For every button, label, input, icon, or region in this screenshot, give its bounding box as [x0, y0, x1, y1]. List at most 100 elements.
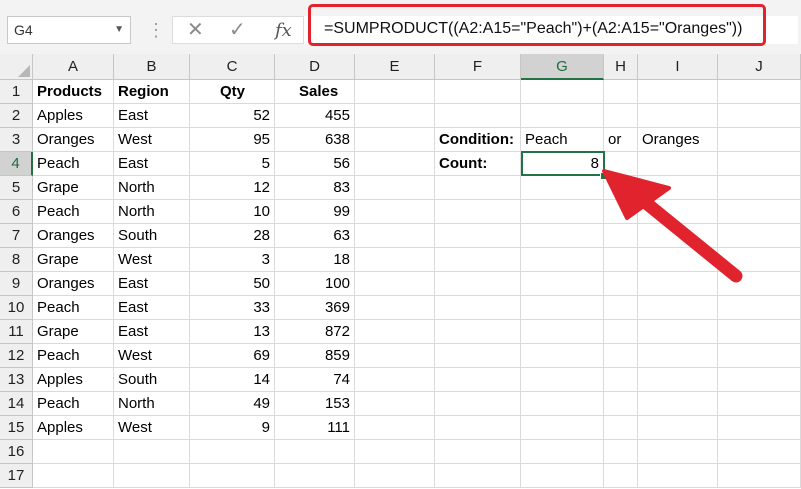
table-cell-product[interactable]: Apples: [33, 104, 114, 128]
table-cell-qty[interactable]: 95: [190, 128, 275, 152]
table-cell-qty[interactable]: 10: [190, 200, 275, 224]
cell-j10[interactable]: [718, 296, 801, 320]
cell-g16[interactable]: [521, 440, 604, 464]
row-header-8[interactable]: 8: [0, 248, 33, 272]
table-cell-qty[interactable]: 69: [190, 344, 275, 368]
cell-f13[interactable]: [435, 368, 521, 392]
cell-j8[interactable]: [718, 248, 801, 272]
fill-handle[interactable]: [600, 172, 608, 180]
cell-f17[interactable]: [435, 464, 521, 488]
table-cell-sales[interactable]: 111: [275, 416, 355, 440]
count-label[interactable]: Count:: [435, 152, 521, 176]
column-header-d[interactable]: D: [275, 54, 355, 80]
cell-h2[interactable]: [604, 104, 638, 128]
cell-e16[interactable]: [355, 440, 435, 464]
table-cell-product[interactable]: Peach: [33, 200, 114, 224]
cell-e17[interactable]: [355, 464, 435, 488]
header-region[interactable]: Region: [114, 80, 190, 104]
cell-j12[interactable]: [718, 344, 801, 368]
row-header-15[interactable]: 15: [0, 416, 33, 440]
cell-e5[interactable]: [355, 176, 435, 200]
cell-j14[interactable]: [718, 392, 801, 416]
cell-i11[interactable]: [638, 320, 718, 344]
cell-d17[interactable]: [275, 464, 355, 488]
table-cell-region[interactable]: East: [114, 272, 190, 296]
row-header-5[interactable]: 5: [0, 176, 33, 200]
table-cell-region[interactable]: North: [114, 392, 190, 416]
table-cell-qty[interactable]: 49: [190, 392, 275, 416]
cell-j4[interactable]: [718, 152, 801, 176]
table-cell-qty[interactable]: 14: [190, 368, 275, 392]
cell-h10[interactable]: [604, 296, 638, 320]
cell-g2[interactable]: [521, 104, 604, 128]
table-cell-region[interactable]: East: [114, 104, 190, 128]
cell-j2[interactable]: [718, 104, 801, 128]
column-header-g[interactable]: G: [521, 54, 604, 80]
table-cell-qty[interactable]: 9: [190, 416, 275, 440]
table-cell-product[interactable]: Grape: [33, 248, 114, 272]
cell-a16[interactable]: [33, 440, 114, 464]
condition-or[interactable]: or: [604, 128, 638, 152]
table-cell-product[interactable]: Peach: [33, 296, 114, 320]
table-cell-sales[interactable]: 153: [275, 392, 355, 416]
cell-f10[interactable]: [435, 296, 521, 320]
chevron-down-icon[interactable]: ▼: [114, 17, 124, 43]
row-header-1[interactable]: 1: [0, 80, 33, 104]
cell-i13[interactable]: [638, 368, 718, 392]
cell-f5[interactable]: [435, 176, 521, 200]
cell-j13[interactable]: [718, 368, 801, 392]
cell-h11[interactable]: [604, 320, 638, 344]
column-header-f[interactable]: F: [435, 54, 521, 80]
cell-j6[interactable]: [718, 200, 801, 224]
cell-j5[interactable]: [718, 176, 801, 200]
select-all-button[interactable]: [0, 54, 33, 80]
cell-i14[interactable]: [638, 392, 718, 416]
row-header-11[interactable]: 11: [0, 320, 33, 344]
cell-e12[interactable]: [355, 344, 435, 368]
table-cell-region[interactable]: East: [114, 320, 190, 344]
row-header-7[interactable]: 7: [0, 224, 33, 248]
table-cell-qty[interactable]: 3: [190, 248, 275, 272]
cell-i8[interactable]: [638, 248, 718, 272]
cell-h5[interactable]: [604, 176, 638, 200]
table-cell-sales[interactable]: 56: [275, 152, 355, 176]
row-header-3[interactable]: 3: [0, 128, 33, 152]
cell-f8[interactable]: [435, 248, 521, 272]
table-cell-qty[interactable]: 12: [190, 176, 275, 200]
header-products[interactable]: Products: [33, 80, 114, 104]
table-cell-product[interactable]: Grape: [33, 320, 114, 344]
cell-h12[interactable]: [604, 344, 638, 368]
cell-f1[interactable]: [435, 80, 521, 104]
cell-d16[interactable]: [275, 440, 355, 464]
table-cell-sales[interactable]: 859: [275, 344, 355, 368]
cell-c16[interactable]: [190, 440, 275, 464]
cell-e15[interactable]: [355, 416, 435, 440]
header-qty[interactable]: Qty: [190, 80, 275, 104]
cell-e13[interactable]: [355, 368, 435, 392]
cell-g7[interactable]: [521, 224, 604, 248]
cell-f7[interactable]: [435, 224, 521, 248]
cell-h14[interactable]: [604, 392, 638, 416]
table-cell-sales[interactable]: 369: [275, 296, 355, 320]
cell-j17[interactable]: [718, 464, 801, 488]
table-cell-region[interactable]: West: [114, 344, 190, 368]
table-cell-region[interactable]: East: [114, 296, 190, 320]
name-box[interactable]: G4 ▼: [7, 16, 131, 44]
condition-value-peach[interactable]: Peach: [521, 128, 604, 152]
cell-f16[interactable]: [435, 440, 521, 464]
cell-i6[interactable]: [638, 200, 718, 224]
cell-i7[interactable]: [638, 224, 718, 248]
cell-e4[interactable]: [355, 152, 435, 176]
row-header-6[interactable]: 6: [0, 200, 33, 224]
cell-i5[interactable]: [638, 176, 718, 200]
cell-i16[interactable]: [638, 440, 718, 464]
table-cell-product[interactable]: Apples: [33, 368, 114, 392]
cell-e3[interactable]: [355, 128, 435, 152]
cell-f15[interactable]: [435, 416, 521, 440]
cell-e1[interactable]: [355, 80, 435, 104]
cell-j11[interactable]: [718, 320, 801, 344]
table-cell-qty[interactable]: 52: [190, 104, 275, 128]
row-header-10[interactable]: 10: [0, 296, 33, 320]
table-cell-sales[interactable]: 638: [275, 128, 355, 152]
cell-h9[interactable]: [604, 272, 638, 296]
